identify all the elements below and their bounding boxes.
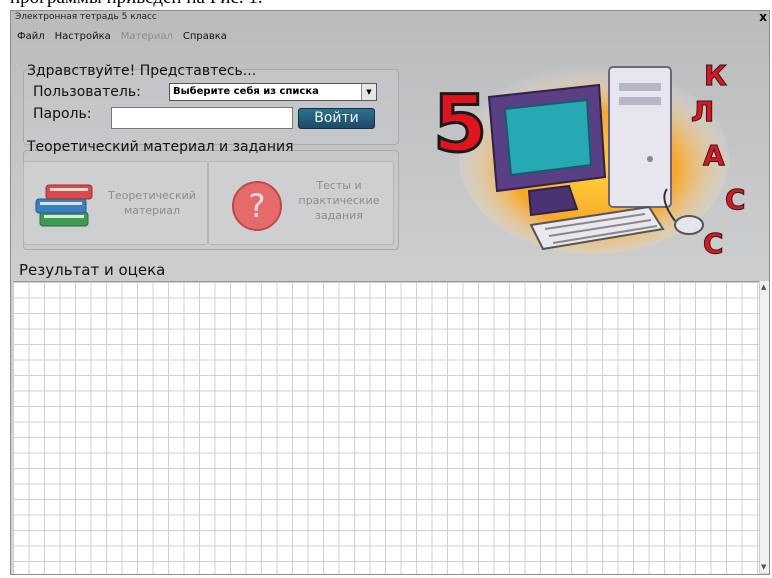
greeting-text: Здравствуйте! Представтесь...: [27, 63, 257, 79]
banner-number: 5: [433, 80, 487, 170]
scroll-down-icon[interactable]: ▼: [761, 563, 766, 571]
tests-button[interactable]: ? Тесты и практические задания: [208, 161, 394, 245]
user-label: Пользователь:: [33, 84, 141, 100]
tests-line2: практические: [298, 194, 380, 207]
menu-help[interactable]: Справка: [183, 31, 227, 45]
chevron-down-icon[interactable]: ▼: [361, 84, 376, 100]
banner-letter-1: К: [704, 59, 727, 92]
scroll-up-icon[interactable]: ▲: [761, 283, 766, 291]
theory-material-label: Теоретический материал: [102, 188, 202, 218]
menu-settings[interactable]: Настройка: [55, 31, 111, 45]
theory-section-title: Теоретический материал и задания: [27, 139, 294, 155]
tests-line1: Тесты и: [316, 179, 362, 192]
theory-material-button[interactable]: Теоретический материал: [23, 161, 208, 245]
login-button[interactable]: Войти: [298, 108, 375, 129]
close-button[interactable]: x: [759, 11, 767, 24]
monitor-screen: [503, 98, 593, 177]
password-field[interactable]: [111, 107, 293, 129]
theory-material-line1: Теоретический: [108, 189, 196, 202]
banner-letter-5: С: [703, 227, 724, 259]
books-icon: [35, 184, 93, 227]
tests-line3: задания: [315, 209, 363, 222]
menu-material[interactable]: Материал: [121, 31, 173, 45]
question-icon: ?: [232, 181, 282, 231]
mouse-icon: [674, 215, 704, 235]
password-label: Пароль:: [33, 106, 92, 122]
tests-label: Тесты и практические задания: [289, 178, 389, 223]
document-caption-text: программы приведен на Рис. 1.: [10, 0, 263, 9]
banner-letter-2: Л: [691, 95, 714, 128]
results-scrollbar[interactable]: ▲ ▼: [759, 281, 769, 573]
banner-letter-4: С: [725, 183, 746, 216]
document-caption-fragment: программы приведен на Рис. 1.: [0, 0, 772, 10]
menu-bar: Файл Настройка Материал Справка: [17, 31, 227, 45]
menu-file[interactable]: Файл: [17, 31, 45, 45]
theory-material-line2: материал: [123, 204, 181, 217]
user-select-value: Выберите себя из списка: [173, 86, 319, 97]
svg-text:?: ?: [249, 187, 266, 225]
window-title: Электронная тетрадь 5 класс: [15, 12, 157, 22]
banner-illustration: 5 К Л А С С: [432, 59, 747, 260]
banner-letter-3: А: [703, 139, 725, 172]
title-bar: Электронная тетрадь 5 класс x: [11, 11, 769, 25]
results-grid[interactable]: [13, 281, 759, 574]
app-window: Электронная тетрадь 5 класс x Файл Настр…: [10, 10, 770, 575]
user-select[interactable]: Выберите себя из списка ▼: [169, 83, 377, 101]
results-title: Результат и оцека: [19, 261, 166, 279]
